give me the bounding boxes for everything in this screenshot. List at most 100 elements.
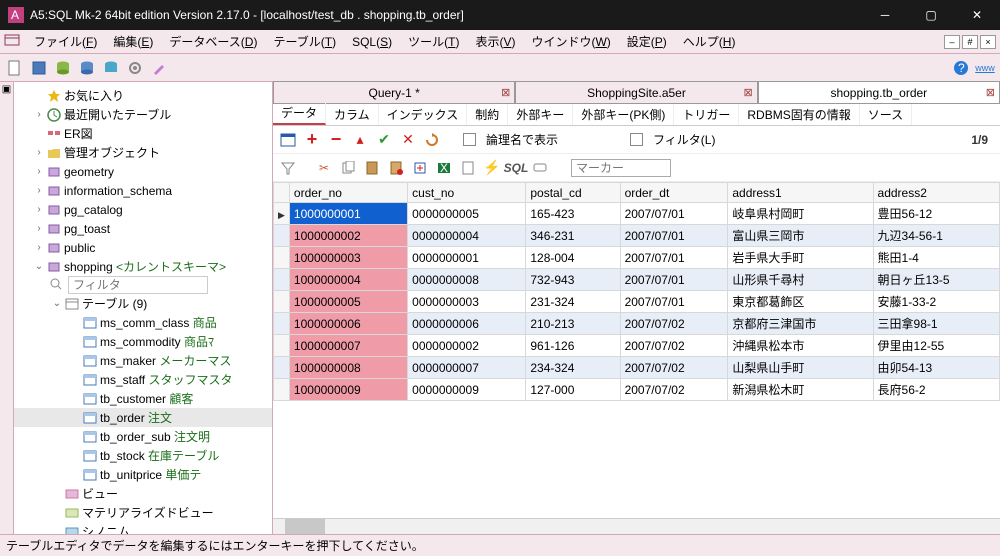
menu-d[interactable]: データベース(D) [161, 33, 265, 51]
tree-node-tb_order_sub[interactable]: tb_order_sub 注文明 [14, 427, 272, 446]
tree-node-public[interactable]: ›public [14, 238, 272, 257]
menu-h[interactable]: ヘルプ(H) [675, 33, 744, 51]
cut-icon[interactable]: ✂ [315, 159, 333, 177]
column-header[interactable]: cust_no [408, 183, 526, 203]
www-icon[interactable]: www [976, 59, 994, 77]
tab-close-icon[interactable]: ⊠ [986, 86, 995, 99]
table-row[interactable]: 10000000010000000005165-4232007/07/01岐阜県… [274, 203, 1000, 225]
menu-p[interactable]: 設定(P) [619, 33, 675, 51]
column-header[interactable]: address1 [728, 183, 873, 203]
tree-node-マテリアライズドビュー[interactable]: マテリアライズドビュー [14, 503, 272, 522]
column-header[interactable]: postal_cd [526, 183, 620, 203]
tree-node-テーブル (9)[interactable]: ⌄テーブル (9) [14, 294, 272, 313]
subtab-8[interactable]: ソース [860, 104, 912, 125]
column-header[interactable]: order_dt [620, 183, 728, 203]
delete-row-icon[interactable]: − [327, 131, 345, 149]
paste-special-icon[interactable] [387, 159, 405, 177]
table-row[interactable]: 10000000070000000002961-1262007/07/02沖縄県… [274, 335, 1000, 357]
mdi-restore-button[interactable]: # [962, 35, 978, 49]
tree-node-geometry[interactable]: ›geometry [14, 162, 272, 181]
table-row[interactable]: 10000000060000000006210-2132007/07/02京都府… [274, 313, 1000, 335]
tab-close-icon[interactable]: ⊠ [743, 86, 752, 99]
menu-icon[interactable] [4, 32, 20, 51]
subtab-7[interactable]: RDBMS固有の情報 [739, 104, 859, 125]
subtab-0[interactable]: データ [273, 102, 326, 125]
edit-row-icon[interactable]: ▴ [351, 131, 369, 149]
tree-node-シノニム[interactable]: シノニム [14, 522, 272, 534]
data-grid[interactable]: order_nocust_nopostal_cdorder_dtaddress1… [273, 182, 1000, 518]
menu-t[interactable]: ツール(T) [400, 33, 467, 51]
table-row[interactable]: 10000000040000000008732-9432007/07/01山形県… [274, 269, 1000, 291]
excel-icon[interactable]: X [435, 159, 453, 177]
column-header[interactable]: address2 [873, 183, 999, 203]
pin-icon[interactable]: ▣ [2, 84, 11, 95]
new-file-icon[interactable] [6, 59, 24, 77]
editor-tab[interactable]: ShoppingSite.a5er⊠ [515, 81, 757, 103]
table-row[interactable]: 10000000090000000009127-0002007/07/02新潟県… [274, 379, 1000, 401]
tree-node-shopping[interactable]: ⌄shopping <カレントスキーマ> [14, 257, 272, 276]
tree-node-ms_comm_class[interactable]: ms_comm_class 商品 [14, 313, 272, 332]
marker-input[interactable] [571, 159, 671, 177]
window-minimize-button[interactable]: ─ [862, 0, 908, 30]
help-icon[interactable]: ? [952, 59, 970, 77]
subtab-2[interactable]: インデックス [379, 104, 468, 125]
tree-node-tb_order[interactable]: tb_order 注文 [14, 408, 272, 427]
commit-icon[interactable]: ✔ [375, 131, 393, 149]
tree-node-ビュー[interactable]: ビュー [14, 484, 272, 503]
subtab-5[interactable]: 外部キー(PK側) [573, 104, 674, 125]
calendar-icon[interactable] [279, 131, 297, 149]
lightning-icon[interactable]: ⚡ [483, 159, 501, 177]
subtab-4[interactable]: 外部キー [508, 104, 573, 125]
subtab-3[interactable]: 制約 [467, 104, 508, 125]
tab-close-icon[interactable]: ⊠ [501, 86, 510, 99]
sql-icon[interactable]: SQL [507, 159, 525, 177]
subtab-6[interactable]: トリガー [674, 104, 739, 125]
refresh-icon[interactable] [423, 131, 441, 149]
db-connect-icon[interactable] [54, 59, 72, 77]
tree-filter-input[interactable] [68, 276, 208, 294]
subtab-1[interactable]: カラム [326, 104, 379, 125]
tree-node-ms_staff[interactable]: ms_staff スタッフマスタ [14, 370, 272, 389]
db-icon[interactable] [78, 59, 96, 77]
editor-tab[interactable]: Query-1 *⊠ [273, 81, 515, 103]
menu-t[interactable]: テーブル(T) [265, 33, 344, 51]
save-icon[interactable] [30, 59, 48, 77]
menu-f[interactable]: ファイル(F) [26, 33, 105, 51]
paste-icon[interactable] [363, 159, 381, 177]
table-row[interactable]: 10000000050000000003231-3242007/07/01東京都… [274, 291, 1000, 313]
logical-name-checkbox[interactable] [463, 133, 476, 146]
tree-node-ms_maker[interactable]: ms_maker メーカーマス [14, 351, 272, 370]
tree-node-最近開いたテーブル[interactable]: ›最近開いたテーブル [14, 105, 272, 124]
tree-node-pg_catalog[interactable]: ›pg_catalog [14, 200, 272, 219]
window-maximize-button[interactable]: ▢ [908, 0, 954, 30]
mdi-close-button[interactable]: × [980, 35, 996, 49]
comment-icon[interactable] [531, 159, 549, 177]
db-list-icon[interactable] [102, 59, 120, 77]
tree-node-お気に入り[interactable]: お気に入り [14, 86, 272, 105]
magic-icon[interactable] [150, 59, 168, 77]
tree-node-tb_stock[interactable]: tb_stock 在庫テーブル [14, 446, 272, 465]
tree-node-tb_unitprice[interactable]: tb_unitprice 単価テ [14, 465, 272, 484]
mdi-minimize-button[interactable]: – [944, 35, 960, 49]
tree-node-tb_customer[interactable]: tb_customer 顧客 [14, 389, 272, 408]
horizontal-scrollbar[interactable] [273, 518, 1000, 534]
copy-icon[interactable] [339, 159, 357, 177]
add-row-icon[interactable]: + [303, 131, 321, 149]
tree-node-information_schema[interactable]: ›information_schema [14, 181, 272, 200]
filter-icon[interactable] [279, 159, 297, 177]
tree-node-ms_commodity[interactable]: ms_commodity 商品ﾏ [14, 332, 272, 351]
table-row[interactable]: 10000000080000000007234-3242007/07/02山梨県… [274, 357, 1000, 379]
filter-checkbox[interactable] [630, 133, 643, 146]
tree-node-pg_toast[interactable]: ›pg_toast [14, 219, 272, 238]
editor-tab[interactable]: shopping.tb_order⊠ [758, 81, 1000, 103]
column-header[interactable]: order_no [289, 183, 407, 203]
menu-e[interactable]: 編集(E) [105, 33, 161, 51]
tree-node-ER図[interactable]: ER図 [14, 124, 272, 143]
settings-icon[interactable] [126, 59, 144, 77]
tree-node-管理オブジェクト[interactable]: ›管理オブジェクト [14, 143, 272, 162]
export-icon[interactable] [411, 159, 429, 177]
clipboard-icon[interactable] [459, 159, 477, 177]
menu-s[interactable]: SQL(S) [344, 33, 400, 51]
menu-w[interactable]: ウインドウ(W) [523, 33, 618, 51]
window-close-button[interactable]: ✕ [954, 0, 1000, 30]
